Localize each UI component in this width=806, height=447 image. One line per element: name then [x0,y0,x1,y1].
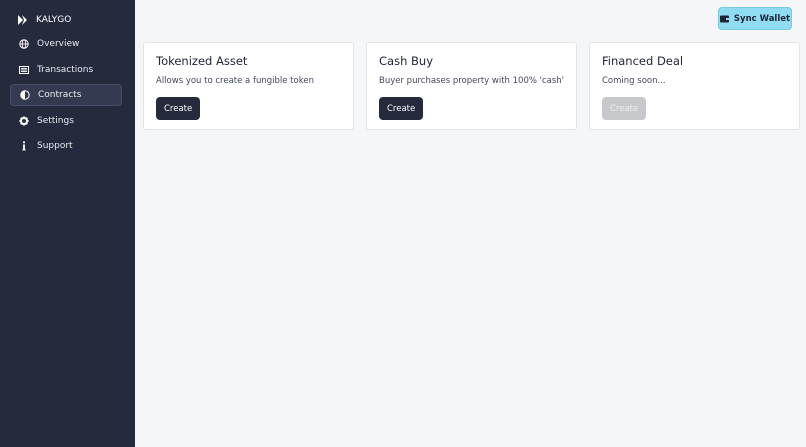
wallet-icon [720,14,730,23]
card-description: Buyer purchases property with 100% 'cash… [379,76,565,86]
brand-label: KALYGO [36,15,72,25]
sidebar-item-support[interactable]: Support [10,135,122,157]
contract-card-tokenized-asset: Tokenized Asset Allows you to create a f… [143,42,354,130]
globe-icon [18,39,29,50]
card-title: Cash Buy [379,54,433,68]
sidebar-item-label: Contracts [38,90,82,100]
sidebar-item-label: Support [37,141,73,151]
sidebar-item-overview[interactable]: Overview [10,33,122,55]
brand[interactable]: KALYGO [16,12,71,28]
sidebar-item-contracts[interactable]: Contracts [10,84,122,106]
list-icon [18,65,29,76]
create-button[interactable]: Create [379,97,424,120]
create-button-disabled: Create [602,97,647,120]
sidebar-item-settings[interactable]: Settings [10,110,122,132]
card-description: Allows you to create a fungible token [156,76,314,86]
card-title: Tokenized Asset [156,54,248,68]
contract-card-financed-deal: Financed Deal Coming soon... Create [589,42,800,130]
sync-wallet-label: Sync Wallet [733,13,791,24]
sync-wallet-button[interactable]: Sync Wallet [718,7,792,30]
card-description: Coming soon... [602,76,666,86]
card-title: Financed Deal [602,54,684,68]
sidebar-item-label: Settings [37,116,74,126]
sidebar-item-label: Transactions [37,65,94,75]
gear-icon [18,116,29,127]
sidebar-item-transactions[interactable]: Transactions [10,59,122,81]
create-button[interactable]: Create [156,97,201,120]
sidebar-item-label: Overview [37,39,80,49]
info-icon [18,141,29,152]
sidebar: KALYGO Overview Transactions Contracts S… [0,0,135,447]
main-content: Sync Wallet Tokenized Asset Allows you t… [135,0,806,447]
half-circle-icon [19,90,30,101]
contract-card-cash-buy: Cash Buy Buyer purchases property with 1… [366,42,577,130]
kalygo-logo-icon [16,13,30,27]
